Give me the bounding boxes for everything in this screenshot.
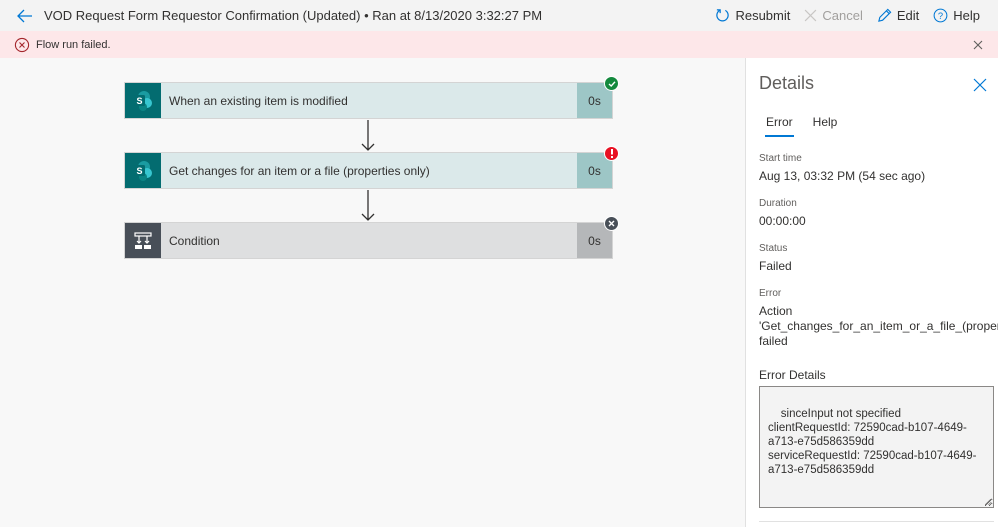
resubmit-label: Resubmit [735, 8, 791, 23]
connector-arrow [361, 190, 375, 221]
flow-canvas: S When an existing item is modified 0s S… [0, 58, 745, 527]
flow-step-get-changes[interactable]: S Get changes for an item or a file (pro… [124, 146, 619, 189]
help-label: Help [953, 8, 980, 23]
skipped-badge [604, 216, 619, 231]
divider [759, 521, 994, 522]
start-time-value: Aug 13, 03:32 PM (54 sec ago) [759, 169, 926, 183]
page-title: VOD Request Form Requestor Confirmation … [44, 8, 543, 23]
top-bar: VOD Request Form Requestor Confirmation … [0, 0, 998, 31]
svg-text:S: S [136, 166, 142, 176]
error-value-line-2: 'Get_changes_for_an_item_or_a_file_(prop… [759, 319, 998, 333]
error-badge [604, 146, 619, 161]
status-label: Status [759, 243, 788, 254]
pencil-icon [877, 8, 892, 22]
svg-text:S: S [136, 96, 142, 106]
sharepoint-icon: S [134, 160, 152, 181]
success-badge [604, 76, 619, 91]
checkmark-icon [608, 80, 616, 87]
help-button[interactable]: ? Help [933, 8, 980, 23]
dismiss-banner-icon[interactable] [970, 37, 986, 53]
connector-arrow [361, 120, 375, 151]
x-icon [608, 220, 615, 227]
sharepoint-icon-box: S [125, 153, 161, 188]
edit-label: Edit [896, 8, 920, 23]
error-details-textarea[interactable]: sinceInput not specified clientRequestId… [759, 386, 994, 508]
duration-label: Duration [759, 198, 797, 209]
duration-value: 00:00:00 [759, 214, 806, 228]
command-bar: Resubmit Cancel Edit ? Help [715, 0, 980, 31]
resize-grip-icon[interactable] [985, 499, 991, 505]
step-label: Get changes for an item or a file (prope… [169, 163, 430, 178]
error-value-line-3: failed [759, 334, 788, 348]
flow-step-trigger[interactable]: S When an existing item is modified 0s [124, 76, 619, 119]
banner-message: Flow run failed. [36, 38, 111, 51]
details-tabs: Error Help [759, 113, 850, 137]
cancel-label: Cancel [822, 8, 863, 23]
cancel-button[interactable]: Cancel [804, 8, 863, 23]
help-circle-icon: ? [933, 8, 948, 23]
edit-button[interactable]: Edit [877, 8, 919, 23]
sharepoint-icon: S [134, 90, 152, 111]
svg-text:?: ? [938, 11, 943, 21]
error-value-line-1: Action [759, 304, 793, 318]
error-label: Error [759, 288, 782, 299]
tab-help[interactable]: Help [806, 113, 845, 137]
arrow-left-icon [17, 9, 32, 22]
panel-title: Details [759, 73, 815, 93]
back-button[interactable] [12, 3, 38, 29]
condition-icon-box [125, 223, 161, 258]
condition-icon [134, 231, 152, 249]
status-value: Failed [759, 259, 792, 273]
details-panel: Details Error Help Start time Aug 13, 03… [745, 58, 998, 527]
close-icon [805, 9, 817, 22]
exclamation-icon [610, 149, 613, 158]
close-panel-icon[interactable] [973, 78, 987, 92]
refresh-icon [716, 9, 730, 22]
error-details-label: Error Details [759, 368, 826, 382]
error-circle-icon [14, 37, 30, 52]
step-label: Condition [169, 233, 220, 248]
error-details-text: sinceInput not specified clientRequestId… [768, 408, 977, 476]
sharepoint-icon-box: S [125, 83, 161, 118]
error-banner: Flow run failed. [0, 31, 998, 58]
flow-step-condition[interactable]: Condition 0s [124, 216, 619, 259]
resubmit-button[interactable]: Resubmit [715, 8, 790, 23]
tab-error[interactable]: Error [759, 113, 800, 137]
step-label: When an existing item is modified [169, 93, 348, 108]
start-time-label: Start time [759, 153, 802, 164]
